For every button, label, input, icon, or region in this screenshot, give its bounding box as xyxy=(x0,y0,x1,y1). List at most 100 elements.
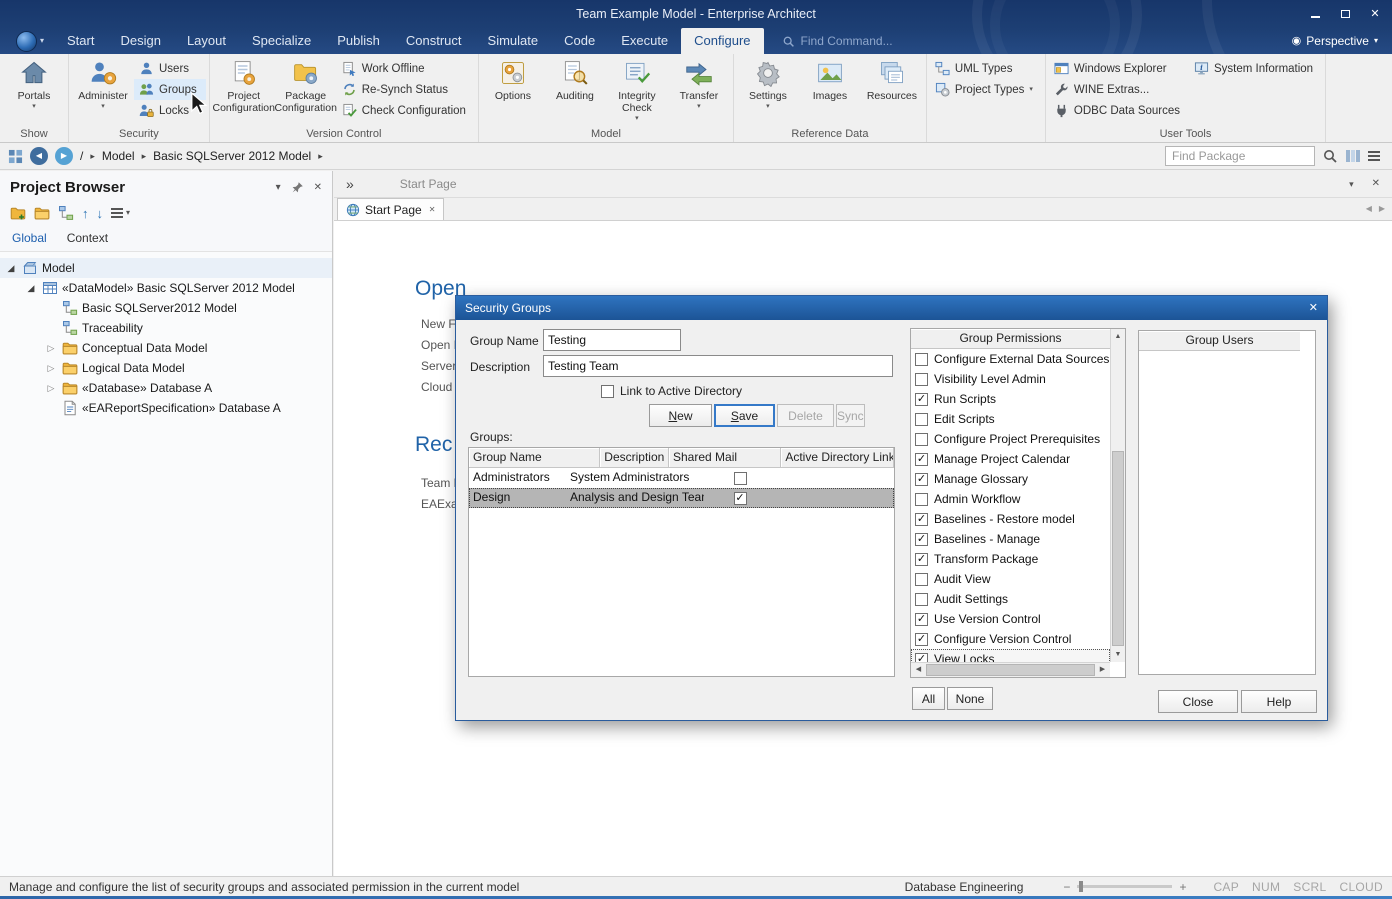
permission-checkbox[interactable] xyxy=(915,393,928,406)
browser-tab[interactable]: Global xyxy=(12,231,47,245)
permission-item[interactable]: Manage Project Calendar xyxy=(911,449,1110,469)
table-row[interactable]: Administrators System Administrators xyxy=(469,468,894,488)
checkbox-icon[interactable] xyxy=(601,385,614,398)
group-name-input[interactable] xyxy=(543,329,681,351)
dialog-button[interactable]: Sync xyxy=(836,404,865,427)
close-button[interactable]: Close xyxy=(1158,690,1238,713)
permission-checkbox[interactable] xyxy=(915,453,928,466)
breadcrumb-item[interactable]: Basic SQLServer 2012 Model xyxy=(153,149,311,163)
description-input[interactable] xyxy=(543,355,893,377)
permission-checkbox[interactable] xyxy=(915,493,928,506)
dialog-close-icon[interactable] xyxy=(1309,303,1318,314)
permission-item[interactable]: Baselines - Manage xyxy=(911,529,1110,549)
tab-list-icon[interactable] xyxy=(1349,180,1354,189)
ribbon-button[interactable]: Portals xyxy=(3,55,65,110)
tree-item[interactable]: Model xyxy=(0,258,332,278)
tree-expander[interactable] xyxy=(4,263,18,274)
permission-checkbox[interactable] xyxy=(915,653,928,663)
permission-checkbox[interactable] xyxy=(915,533,928,546)
tree-expander[interactable] xyxy=(24,283,38,294)
ribbon-button[interactable]: Options xyxy=(482,55,544,122)
ribbon-tab[interactable]: Layout xyxy=(174,28,239,54)
column-header[interactable]: Description xyxy=(600,448,669,468)
ribbon-button[interactable]: Transfer xyxy=(668,55,730,122)
permission-item[interactable]: Transform Package xyxy=(911,549,1110,569)
permission-item[interactable]: Edit Scripts xyxy=(911,409,1110,429)
ribbon-button[interactable]: Administer xyxy=(72,55,134,110)
tab-close-icon[interactable] xyxy=(429,206,436,214)
pin-icon[interactable] xyxy=(291,181,304,194)
tree-item[interactable]: Conceptual Data Model xyxy=(0,338,332,358)
tree-expander[interactable] xyxy=(44,363,58,374)
back-button[interactable] xyxy=(30,147,48,165)
tree-item[interactable]: Traceability xyxy=(0,318,332,338)
dialog-button[interactable]: Delete xyxy=(777,404,834,427)
permission-item[interactable]: Admin Workflow xyxy=(911,489,1110,509)
ribbon-tab[interactable]: Design xyxy=(107,28,173,54)
dialog-titlebar[interactable]: Security Groups xyxy=(456,296,1327,320)
ribbon-button[interactable]: Project Configuration xyxy=(213,55,275,114)
scroll-left-icon[interactable] xyxy=(911,663,926,677)
ribbon-button[interactable]: i System Information xyxy=(1189,58,1322,79)
tree-item[interactable]: Logical Data Model xyxy=(0,358,332,378)
tree-item[interactable]: «Database» Database A xyxy=(0,378,332,398)
permission-item[interactable]: Configure External Data Sources xyxy=(911,349,1110,369)
breadcrumb-root[interactable]: / xyxy=(80,149,83,163)
none-button[interactable]: None xyxy=(947,687,993,710)
new-diagram-icon[interactable] xyxy=(58,205,74,221)
find-command-box[interactable]: Find Command... xyxy=(782,28,893,54)
all-button[interactable]: All xyxy=(912,687,945,710)
ribbon-tab[interactable]: Code xyxy=(551,28,608,54)
columns-view-icon[interactable] xyxy=(1345,148,1361,164)
ribbon-button[interactable]: Re-Synch Status xyxy=(337,79,475,100)
shared-mail-checkbox[interactable] xyxy=(734,492,747,505)
status-indicator[interactable]: CLOUD xyxy=(1339,880,1383,894)
ribbon-button[interactable]: Locks xyxy=(134,100,206,121)
dialog-button[interactable]: New xyxy=(649,404,712,427)
permission-item[interactable]: Run Scripts xyxy=(911,389,1110,409)
scroll-tabs-right-icon[interactable] xyxy=(1379,205,1385,213)
ribbon-button[interactable]: Check Configuration xyxy=(337,100,475,121)
move-up-icon[interactable] xyxy=(82,207,89,220)
zoom-slider-thumb[interactable] xyxy=(1079,881,1083,892)
hamburger-menu-icon[interactable] xyxy=(1368,148,1384,164)
ribbon-tab[interactable]: Simulate xyxy=(475,28,552,54)
scroll-tabs-left-icon[interactable] xyxy=(1366,205,1372,213)
ribbon-button[interactable]: Resources xyxy=(861,55,923,110)
ribbon-tab[interactable]: Construct xyxy=(393,28,475,54)
status-mode[interactable]: Database Engineering xyxy=(905,880,1024,894)
column-header[interactable]: Active Directory Link xyxy=(781,448,894,468)
zoom-slider[interactable] xyxy=(1077,885,1172,888)
tree-item[interactable]: Basic SQLServer2012 Model xyxy=(0,298,332,318)
ribbon-button[interactable]: Settings xyxy=(737,55,799,110)
permission-item[interactable]: Manage Glossary xyxy=(911,469,1110,489)
dialog-button[interactable]: Save xyxy=(714,404,775,427)
scroll-right-icon[interactable] xyxy=(1095,663,1110,677)
ribbon-button[interactable]: Windows Explorer xyxy=(1049,58,1189,79)
status-indicator[interactable]: SCRL xyxy=(1293,880,1326,894)
breadcrumb-item[interactable]: Model xyxy=(102,149,135,163)
ribbon-tab[interactable]: Execute xyxy=(608,28,681,54)
permission-checkbox[interactable] xyxy=(915,413,928,426)
link-active-directory-checkbox[interactable]: Link to Active Directory xyxy=(601,384,742,398)
panel-close-icon[interactable] xyxy=(314,183,322,193)
permission-item[interactable]: Configure Project Prerequisites xyxy=(911,429,1110,449)
permission-item[interactable]: Use Version Control xyxy=(911,609,1110,629)
ribbon-button[interactable]: Users xyxy=(134,58,206,79)
maximize-button[interactable] xyxy=(1330,0,1360,28)
permission-item[interactable]: Audit Settings xyxy=(911,589,1110,609)
permission-item[interactable]: Configure Version Control xyxy=(911,629,1110,649)
horizontal-scrollbar[interactable] xyxy=(911,662,1110,677)
expand-panel-icon[interactable] xyxy=(346,177,354,191)
scrollbar-thumb[interactable] xyxy=(1112,451,1124,646)
ribbon-button[interactable]: Work Offline xyxy=(337,58,475,79)
permission-checkbox[interactable] xyxy=(915,513,928,526)
minimize-button[interactable] xyxy=(1300,0,1330,28)
ribbon-button[interactable]: UML Types xyxy=(930,58,1042,79)
ribbon-tab[interactable]: Start xyxy=(54,28,107,54)
permission-checkbox[interactable] xyxy=(915,613,928,626)
column-header[interactable]: Group Name xyxy=(469,448,600,468)
ribbon-button[interactable]: Package Configuration xyxy=(275,55,337,114)
scrollbar-thumb[interactable] xyxy=(926,664,1095,676)
search-icon[interactable] xyxy=(1322,148,1338,164)
